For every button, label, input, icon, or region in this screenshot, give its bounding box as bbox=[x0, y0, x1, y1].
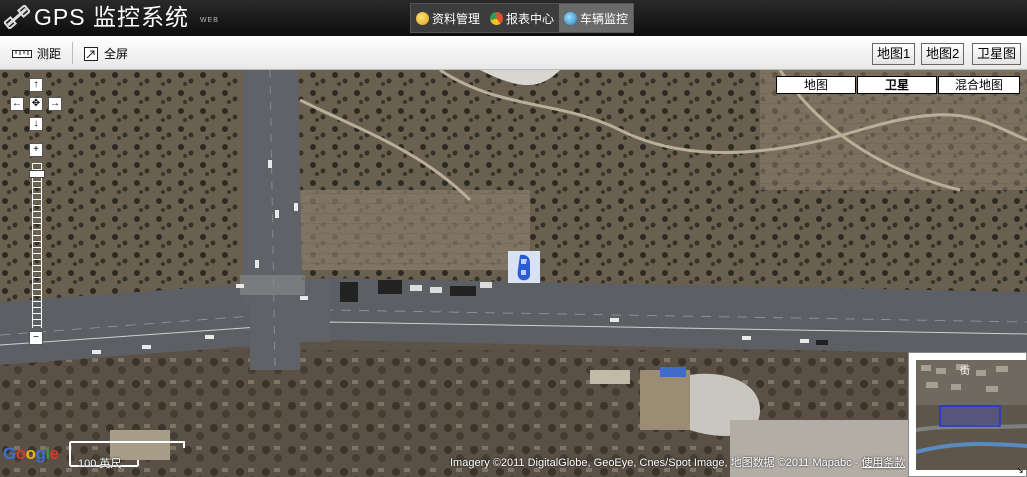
pan-right-button[interactable]: → bbox=[48, 97, 62, 111]
app-header: GPS 监控系统 WEB 资料管理 报表中心 车辆监控 bbox=[0, 0, 1027, 36]
fullscreen-icon bbox=[84, 46, 98, 61]
terms-link[interactable]: 使用条款 bbox=[861, 457, 905, 469]
svg-text:街: 街 bbox=[960, 364, 970, 377]
attribution-text: Imagery ©2011 DigitalGlobe, GeoEye, Cnes… bbox=[450, 457, 862, 469]
tab-data-management[interactable]: 资料管理 bbox=[411, 4, 485, 32]
folder-icon bbox=[416, 11, 429, 25]
tab-report-center-label: 报表中心 bbox=[506, 11, 555, 26]
logo-letter-g2: g bbox=[35, 444, 46, 463]
logo-letter-e: e bbox=[49, 444, 59, 463]
app-subtitle: WEB bbox=[200, 17, 219, 24]
google-logo: Google bbox=[3, 444, 59, 464]
tab-report-center[interactable]: 报表中心 bbox=[485, 4, 559, 32]
map-attribution: Imagery ©2011 DigitalGlobe, GeoEye, Cnes… bbox=[450, 454, 905, 470]
pan-down-button[interactable]: ↓ bbox=[29, 117, 43, 131]
map-type-map-button[interactable]: 地图 bbox=[776, 76, 856, 94]
pan-left-button[interactable]: ← bbox=[10, 97, 24, 111]
main-nav: 资料管理 报表中心 车辆监控 bbox=[410, 3, 635, 33]
measure-button[interactable]: 测距 bbox=[12, 45, 61, 62]
map-type-satellite-button[interactable]: 卫星 bbox=[857, 76, 937, 94]
logo-letter-o1: o bbox=[15, 444, 26, 463]
monitor-icon bbox=[564, 11, 578, 25]
overview-toggle-icon[interactable]: ↘ bbox=[1015, 465, 1025, 475]
measure-label: 测距 bbox=[37, 47, 62, 61]
satellite-icon bbox=[4, 5, 30, 29]
zoom-in-button[interactable]: + bbox=[29, 143, 43, 157]
tab-vehicle-monitor-label: 车辆监控 bbox=[580, 11, 629, 26]
overview-map[interactable]: 街 ↘ bbox=[908, 352, 1027, 477]
scale-label: 100 英尺 bbox=[78, 458, 122, 470]
map-type-hybrid-button[interactable]: 混合地图 bbox=[938, 76, 1020, 94]
tab-vehicle-monitor[interactable]: 车辆监控 bbox=[559, 4, 634, 32]
app-title: GPS 监控系统 bbox=[34, 4, 189, 30]
map2-button[interactable]: 地图2 bbox=[921, 43, 965, 65]
chart-icon bbox=[490, 11, 504, 25]
toolbar: 测距 全屏 地图1 地图2 卫星图 bbox=[0, 36, 1027, 70]
map1-button[interactable]: 地图1 bbox=[872, 43, 916, 65]
satellite-map-button[interactable]: 卫星图 bbox=[972, 43, 1022, 65]
logo-letter-o2: o bbox=[25, 444, 36, 463]
pan-up-button[interactable]: ↑ bbox=[29, 78, 43, 92]
map-canvas[interactable]: ↑ ← ✥ → ↓ + − 地图 卫星 混合地图 街 ↘ Google 100 … bbox=[0, 70, 1027, 477]
zoom-slider-track[interactable] bbox=[32, 163, 42, 328]
zoom-slider-thumb[interactable] bbox=[29, 170, 45, 178]
toolbar-divider bbox=[72, 42, 73, 64]
fullscreen-button[interactable]: 全屏 bbox=[84, 45, 128, 62]
pan-center-button[interactable]: ✥ bbox=[29, 97, 43, 111]
overview-map-view[interactable]: 街 bbox=[916, 360, 1027, 470]
fullscreen-label: 全屏 bbox=[104, 47, 129, 61]
car-icon bbox=[517, 254, 530, 281]
vehicle-marker[interactable] bbox=[508, 251, 540, 283]
zoom-out-button[interactable]: − bbox=[29, 331, 43, 345]
ruler-icon bbox=[12, 49, 32, 58]
tab-data-management-label: 资料管理 bbox=[432, 11, 481, 26]
logo-letter-g: G bbox=[3, 444, 16, 463]
